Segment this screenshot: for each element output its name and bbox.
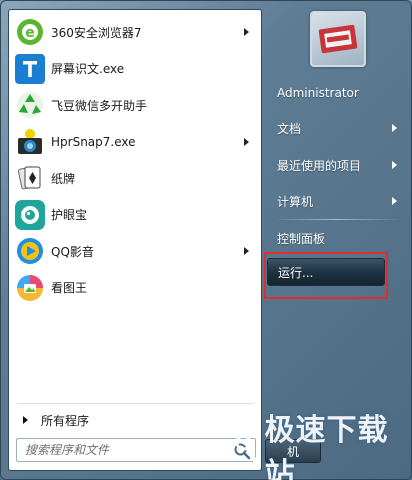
program-label: QQ影音 [51,244,94,259]
browser-360-icon: e [15,17,45,47]
program-item-solitaire[interactable]: 纸牌 [9,160,261,197]
program-item-feidou[interactable]: 飞豆微信多开助手 [9,87,261,124]
control-panel-label: 控制面板 [277,231,326,246]
computer-link[interactable]: 计算机 [265,187,409,215]
chevron-right-icon [244,28,249,37]
recent-items-link[interactable]: 最近使用的项目 [265,151,409,179]
program-label: HprSnap7.exe [51,134,136,149]
program-label: 纸牌 [51,171,76,186]
chevron-right-icon [244,137,249,146]
program-label: 护眼宝 [51,208,88,223]
program-label: 看图王 [51,281,88,296]
program-label: 360安全浏览器7 [51,25,142,40]
watermark-logo-icon [235,434,258,465]
chevron-right-icon [392,197,397,205]
documents-label: 文档 [277,121,302,136]
start-menu: e 360安全浏览器7 屏幕识文.exe 飞豆微信多开助手 HprSnap7.e… [0,0,412,480]
control-panel-link[interactable]: 控制面板 [265,224,409,252]
program-item-screen-ocr[interactable]: 屏幕识文.exe [9,51,261,88]
watermark: 极速下载站 [234,413,411,480]
recycle-icon [15,90,45,120]
program-item-eye-protect[interactable]: 护眼宝 [9,197,261,234]
search-box [16,438,256,462]
search-input[interactable] [17,439,255,461]
triangle-right-icon [23,416,28,424]
chevron-right-icon [244,247,249,256]
separator [273,219,401,220]
recent-items-label: 最近使用的项目 [277,158,362,173]
program-panel: e 360安全浏览器7 屏幕识文.exe 飞豆微信多开助手 HprSnap7.e… [8,9,262,471]
computer-label: 计算机 [277,194,314,209]
svg-text:e: e [25,25,35,41]
eye-icon [15,199,45,230]
qq-player-icon [15,236,45,266]
chevron-right-icon [392,124,397,132]
user-picture[interactable] [310,11,366,67]
program-item-hprsnap[interactable]: HprSnap7.exe [9,124,261,161]
image-viewer-icon [15,273,45,303]
camera-icon [15,127,45,157]
all-programs-label: 所有程序 [41,413,90,428]
documents-link[interactable]: 文档 [265,114,409,142]
program-item-image-viewer[interactable]: 看图王 [9,270,261,307]
text-recognition-icon [15,53,45,84]
program-item-qq-player[interactable]: QQ影音 [9,233,261,270]
user-avatar-icon [318,24,358,54]
user-name-label: Administrator [277,86,359,100]
separator [17,403,253,404]
program-label: 屏幕识文.exe [51,62,125,77]
highlight-annotation [264,252,388,299]
chevron-right-icon [392,161,397,169]
all-programs-button[interactable]: 所有程序 [15,410,89,430]
program-list: e 360安全浏览器7 屏幕识文.exe 飞豆微信多开助手 HprSnap7.e… [9,14,261,306]
program-item-360-browser[interactable]: e 360安全浏览器7 [9,14,261,51]
watermark-text: 极速下载站 [264,413,389,480]
program-label: 飞豆微信多开助手 [51,98,148,113]
user-name-link[interactable]: Administrator [265,79,409,107]
cards-icon [15,163,45,193]
